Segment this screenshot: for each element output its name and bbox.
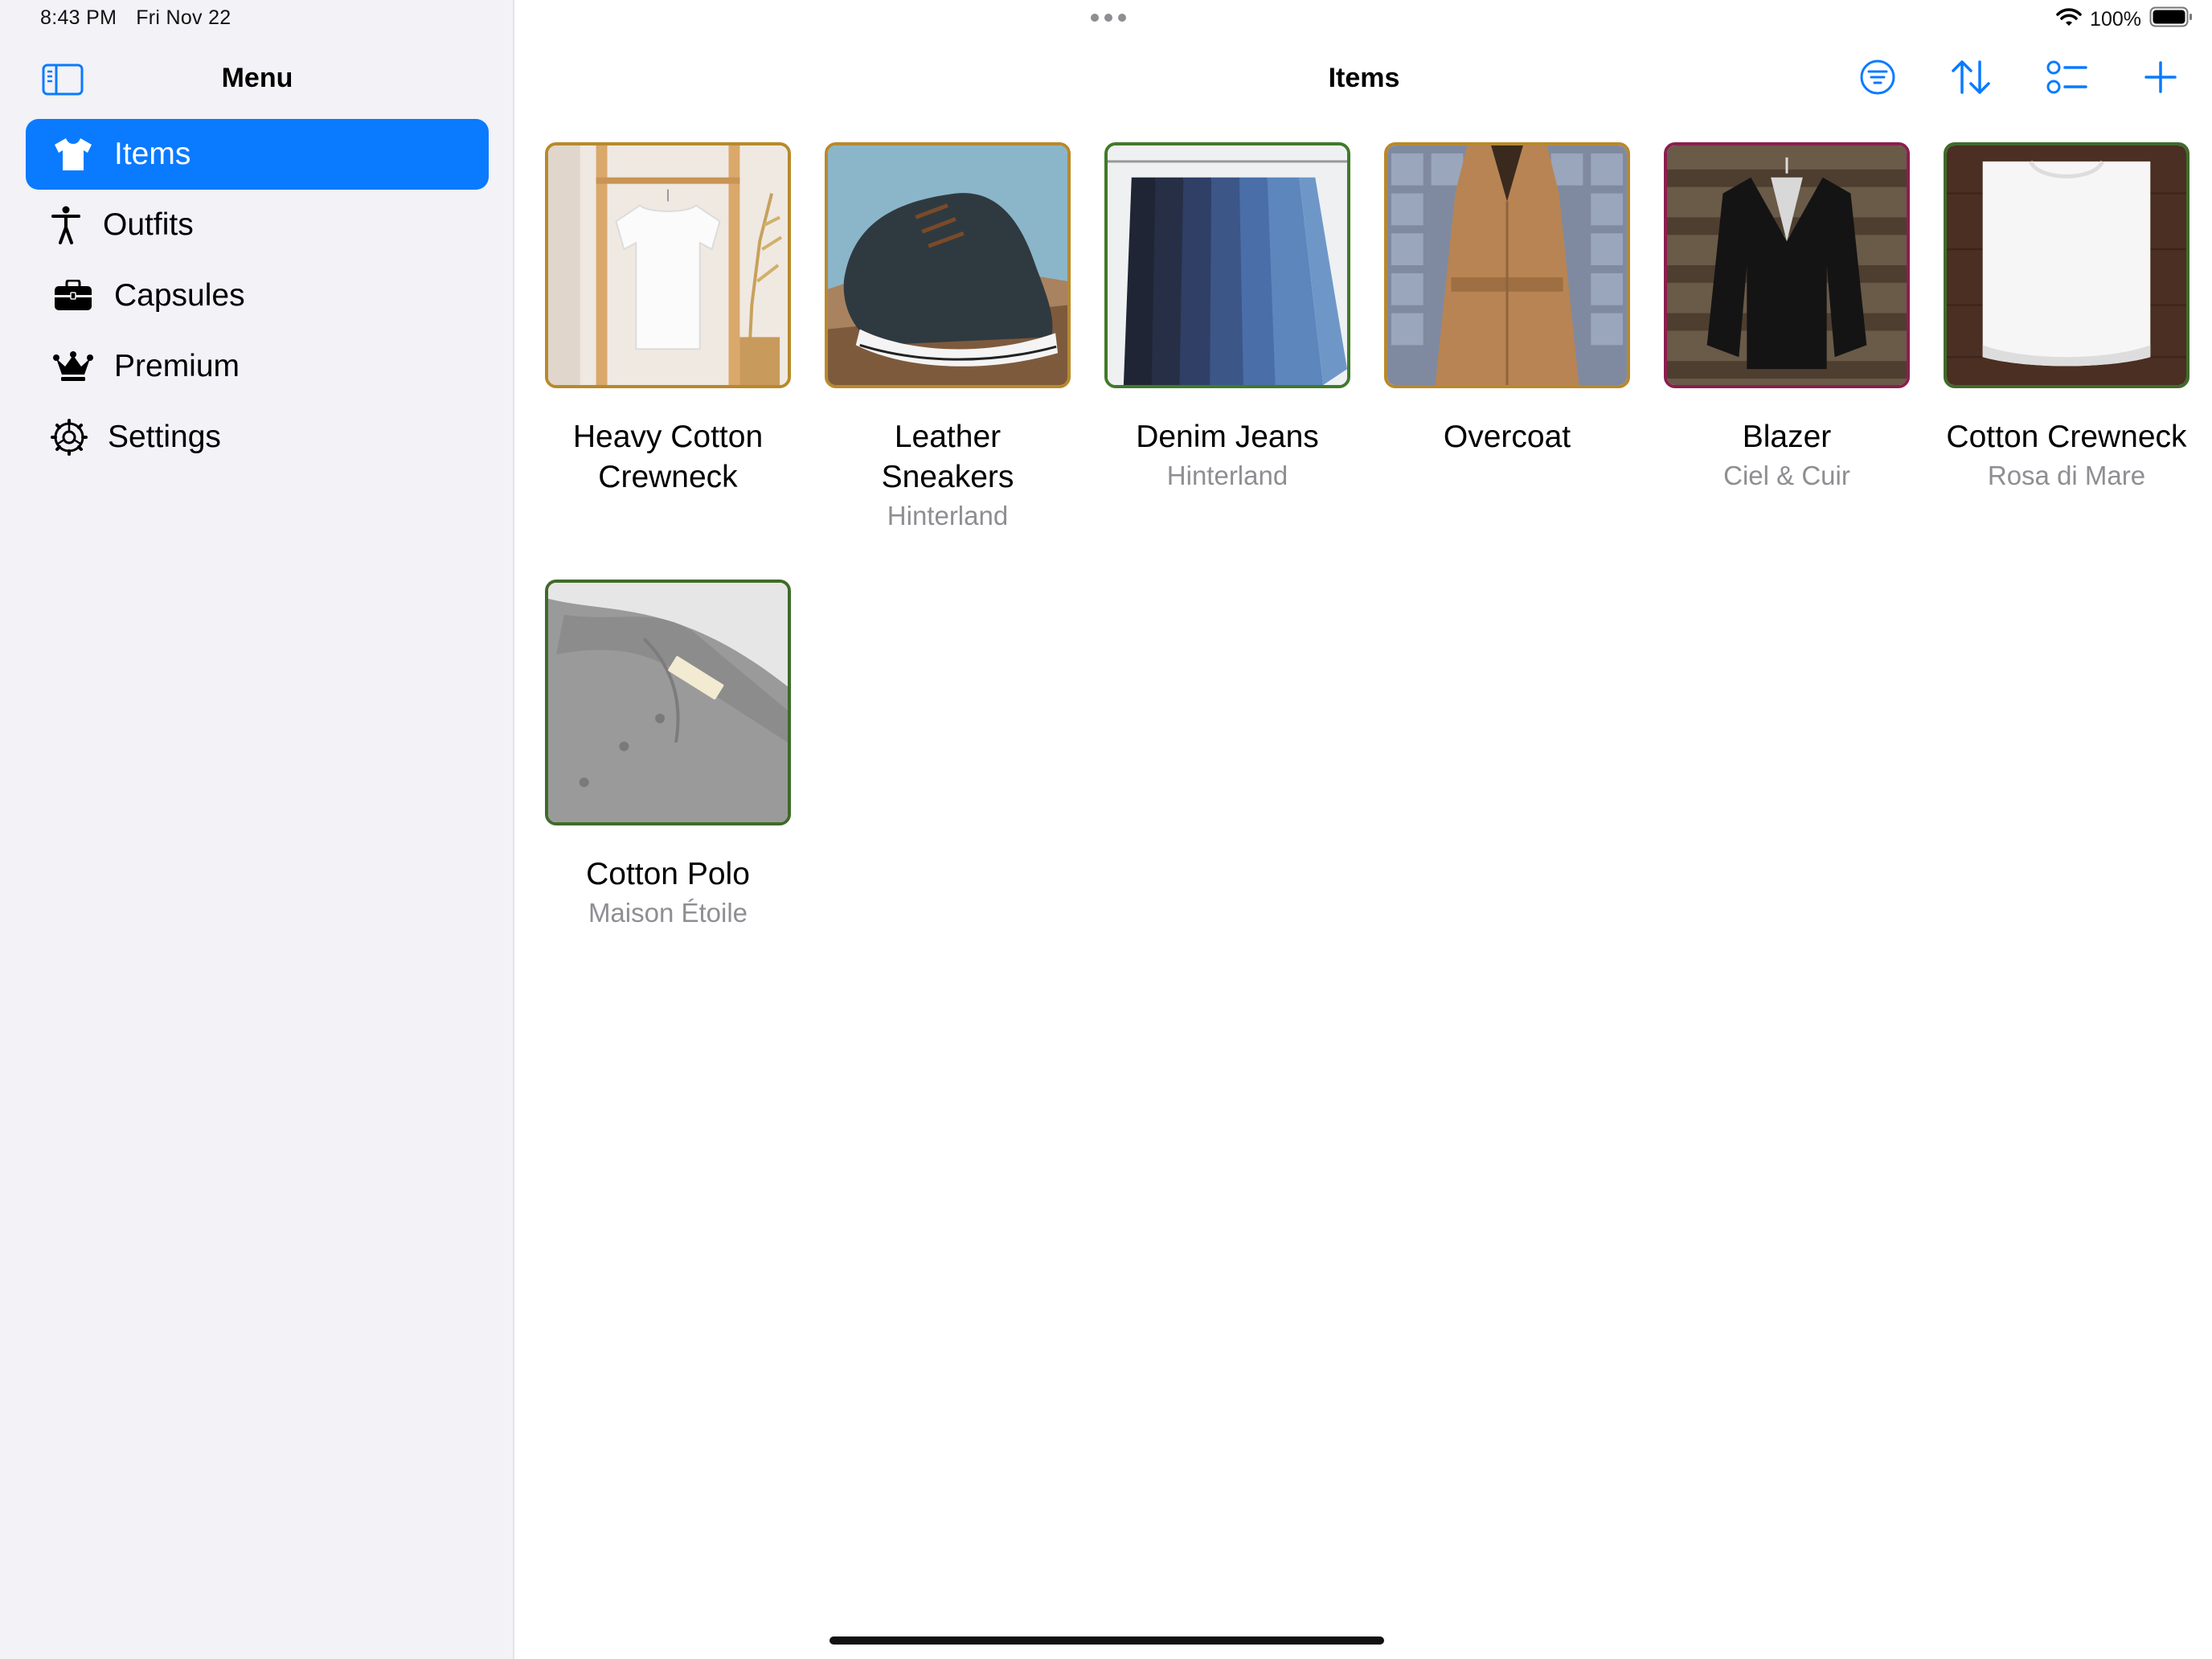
battery-percent: 100%: [2090, 8, 2141, 31]
item-brand: Hinterland: [1166, 461, 1288, 490]
add-item-button[interactable]: [2135, 53, 2186, 104]
status-bar-left: 8:43 PM Fri Nov 22: [40, 6, 251, 30]
item-name: Cotton Polo: [586, 857, 750, 891]
item-card[interactable]: Overcoat: [1384, 142, 1630, 457]
item-card[interactable]: Cotton Polo Maison Étoile: [545, 580, 791, 932]
item-brand: Maison Étoile: [588, 898, 748, 928]
sidebar-item-capsules[interactable]: Capsules: [26, 260, 489, 331]
item-card[interactable]: Denim Jeans Hinterland: [1104, 142, 1350, 494]
item-card[interactable]: Blazer Ciel & Cuir: [1664, 142, 1910, 494]
list-options-button[interactable]: [2042, 53, 2093, 104]
item-name: Leather Sneakers: [881, 420, 1014, 494]
plus-icon: [2144, 60, 2177, 98]
item-name: Cotton Crewneck: [1946, 420, 2187, 454]
status-bar-right: 100%: [2056, 6, 2193, 33]
item-photo: [825, 142, 1071, 388]
item-photo: [1664, 142, 1910, 388]
sidebar-item-label: Items: [114, 137, 191, 171]
filter-button[interactable]: [1852, 53, 1903, 104]
item-name: Heavy Cotton Crewneck: [572, 420, 764, 494]
sidebar-item-settings[interactable]: Settings: [26, 402, 489, 473]
list-options-icon: [2046, 59, 2089, 100]
sidebar-item-outfits[interactable]: Outfits: [26, 190, 489, 260]
item-name: Overcoat: [1443, 420, 1571, 454]
sort-icon: [1950, 59, 1992, 100]
item-card[interactable]: Leather Sneakers Hinterland: [825, 142, 1071, 535]
item-brand: Hinterland: [887, 501, 1009, 530]
sidebar-item-premium[interactable]: Premium: [26, 331, 489, 402]
toolbar: [516, 53, 2212, 104]
main-content: 100% Items Heavy Cotton Crewneck Leather…: [516, 0, 2212, 1659]
item-photo: [1104, 142, 1350, 388]
suitcase-icon: [50, 275, 96, 317]
tshirt-icon: [50, 133, 96, 175]
sidebar-nav: Items Outfits Capsules Premium Settings: [26, 119, 489, 473]
sidebar-title: Menu: [221, 63, 293, 93]
gear-icon: [50, 416, 88, 458]
item-name: Denim Jeans: [1136, 420, 1319, 454]
item-card[interactable]: Cotton Crewneck Rosa di Mare: [1944, 142, 2189, 494]
item-brand: Ciel & Cuir: [1723, 461, 1850, 490]
status-time: 8:43 PM: [40, 6, 117, 29]
item-photo: [1384, 142, 1630, 388]
wifi-icon: [2056, 7, 2082, 32]
home-indicator: [830, 1636, 1384, 1645]
item-brand: Rosa di Mare: [1987, 461, 2146, 490]
crown-icon: [50, 346, 96, 387]
sidebar-item-items[interactable]: Items: [26, 119, 489, 190]
sidebar-item-label: Capsules: [114, 278, 245, 313]
sidebar-item-label: Settings: [108, 420, 221, 454]
item-name: Blazer: [1742, 420, 1832, 454]
sidebar-item-label: Premium: [114, 349, 240, 383]
sidebar-item-label: Outfits: [103, 207, 194, 242]
item-photo: [545, 580, 791, 825]
figure-icon: [50, 204, 82, 246]
filter-icon: [1859, 59, 1896, 100]
sidebar: 8:43 PM Fri Nov 22 Menu Items Outfits Ca…: [0, 0, 514, 1659]
sort-button[interactable]: [1945, 53, 1997, 104]
multitasking-dots-icon[interactable]: [1088, 11, 1129, 24]
status-date: Fri Nov 22: [136, 6, 231, 29]
item-card[interactable]: Heavy Cotton Crewneck: [545, 142, 791, 498]
item-photo: [545, 142, 791, 388]
item-photo: [1944, 142, 2189, 388]
battery-icon: [2149, 6, 2193, 33]
